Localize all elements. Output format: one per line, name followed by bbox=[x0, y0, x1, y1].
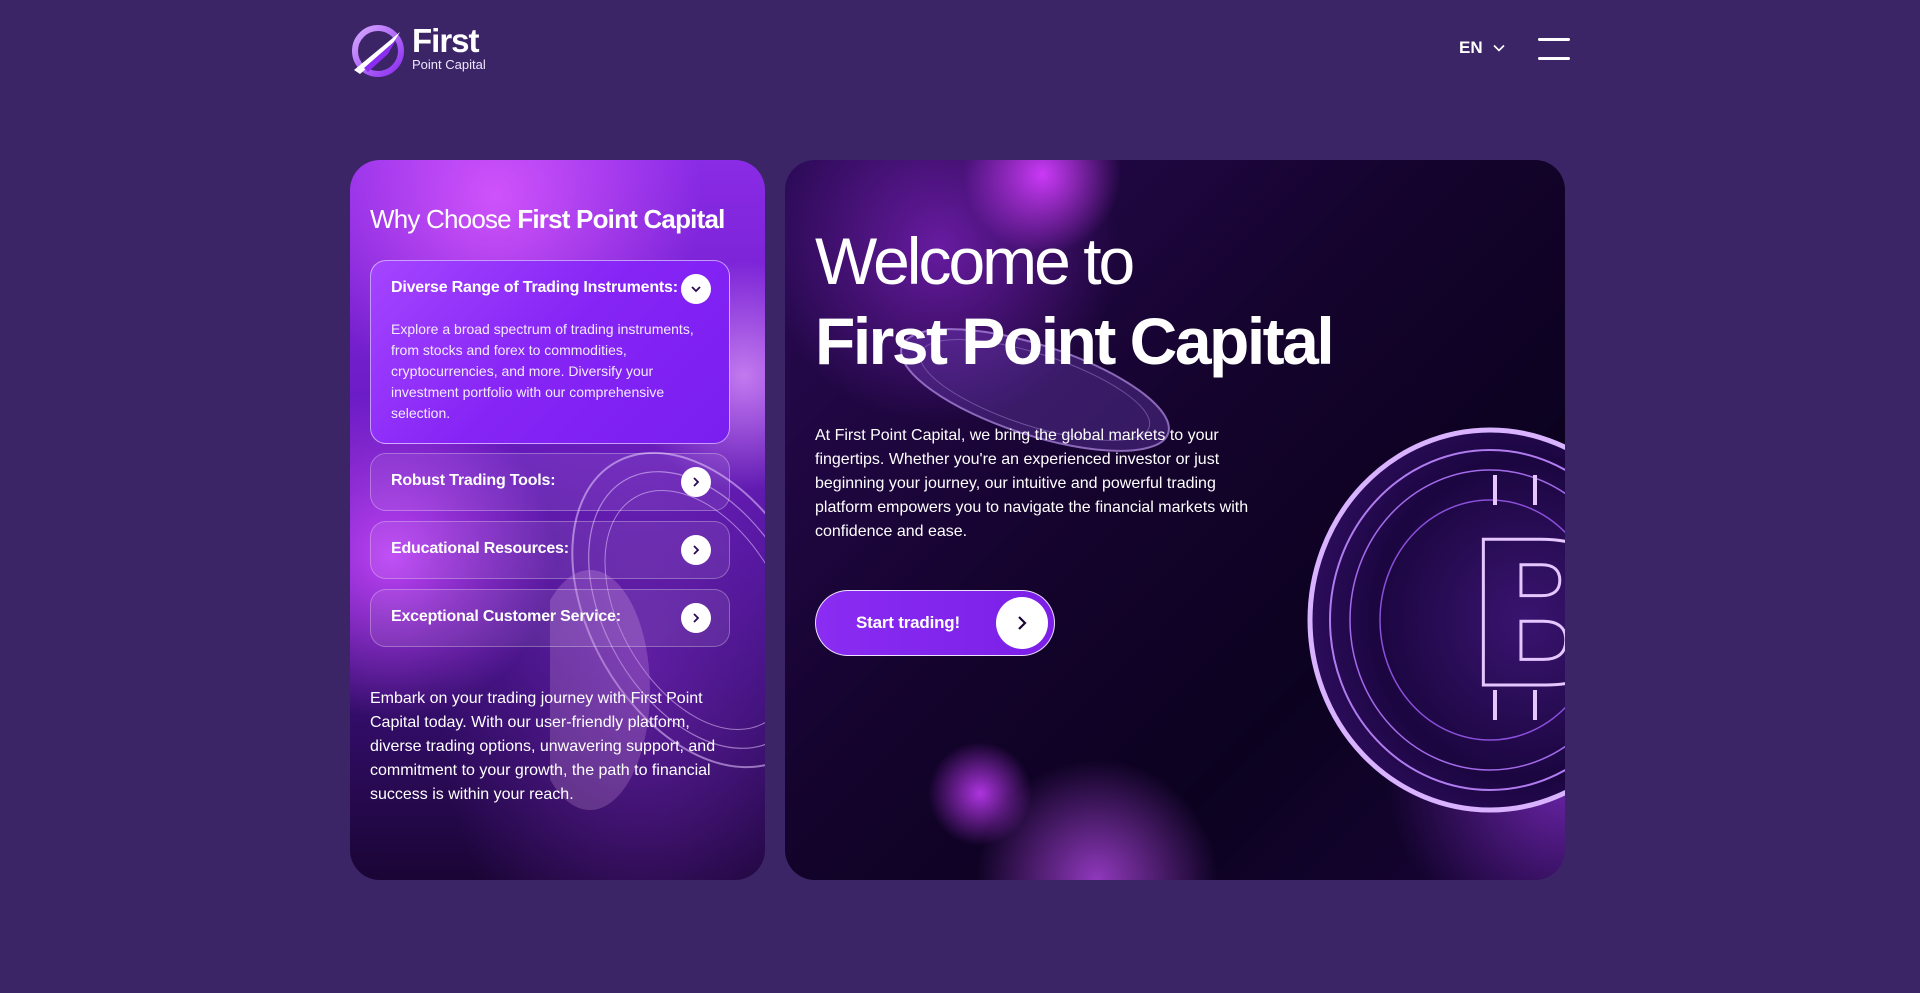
why-title-bold: First Point Capital bbox=[517, 204, 725, 234]
start-trading-label: Start trading! bbox=[856, 613, 960, 632]
hero-title-line2: First Point Capital bbox=[815, 304, 1335, 378]
logo-icon bbox=[352, 25, 404, 77]
accordion-item-trading-tools[interactable]: Robust Trading Tools: bbox=[370, 453, 730, 511]
why-choose-card: Why Choose First Point Capital Diverse R… bbox=[350, 160, 765, 880]
logo-link[interactable]: First Point Capital bbox=[350, 22, 490, 78]
language-label: EN bbox=[1459, 38, 1483, 57]
accordion-label: Educational Resources: bbox=[391, 540, 569, 557]
accordion-item-educational-resources[interactable]: Educational Resources: bbox=[370, 521, 730, 579]
chevron-right-icon[interactable] bbox=[681, 467, 711, 497]
chevron-right-icon bbox=[996, 597, 1048, 649]
chevron-down-icon bbox=[1493, 44, 1505, 52]
svg-text:B: B bbox=[1465, 500, 1565, 733]
accordion-item-customer-service[interactable]: Exceptional Customer Service: bbox=[370, 589, 730, 647]
why-footer-text: Embark on your trading journey with Firs… bbox=[370, 690, 716, 803]
accordion-label: Diverse Range of Trading Instruments: bbox=[391, 279, 678, 296]
why-choose-title: Why Choose First Point Capital bbox=[370, 204, 725, 235]
site-header: First Point Capital EN bbox=[350, 22, 1570, 78]
accordion-body: Explore a broad spectrum of trading inst… bbox=[391, 321, 694, 421]
bitcoin-coin-illustration: B bbox=[1307, 427, 1565, 813]
menu-line bbox=[1538, 38, 1570, 41]
logo-title: First bbox=[412, 22, 480, 59]
accordion-item-trading-instruments[interactable]: Diverse Range of Trading Instruments: Ex… bbox=[370, 260, 730, 444]
language-selector[interactable]: EN bbox=[1459, 38, 1505, 58]
accordion-label: Robust Trading Tools: bbox=[391, 472, 556, 489]
accordion-label: Exceptional Customer Service: bbox=[391, 608, 621, 625]
chevron-right-icon[interactable] bbox=[681, 535, 711, 565]
chevron-down-icon[interactable] bbox=[681, 274, 711, 304]
start-trading-button[interactable]: Start trading! bbox=[815, 590, 1055, 656]
hero-title-line1: Welcome to bbox=[815, 224, 1135, 298]
hero-description: At First Point Capital, we bring the glo… bbox=[815, 427, 1249, 540]
menu-line bbox=[1538, 57, 1570, 60]
logo-subtitle: Point Capital bbox=[412, 57, 486, 72]
hero-card: B Welcome to First Point Capital At Firs… bbox=[785, 160, 1565, 880]
chevron-right-icon[interactable] bbox=[681, 603, 711, 633]
why-title-light: Why Choose bbox=[370, 204, 512, 234]
hamburger-menu-icon[interactable] bbox=[1538, 38, 1570, 60]
